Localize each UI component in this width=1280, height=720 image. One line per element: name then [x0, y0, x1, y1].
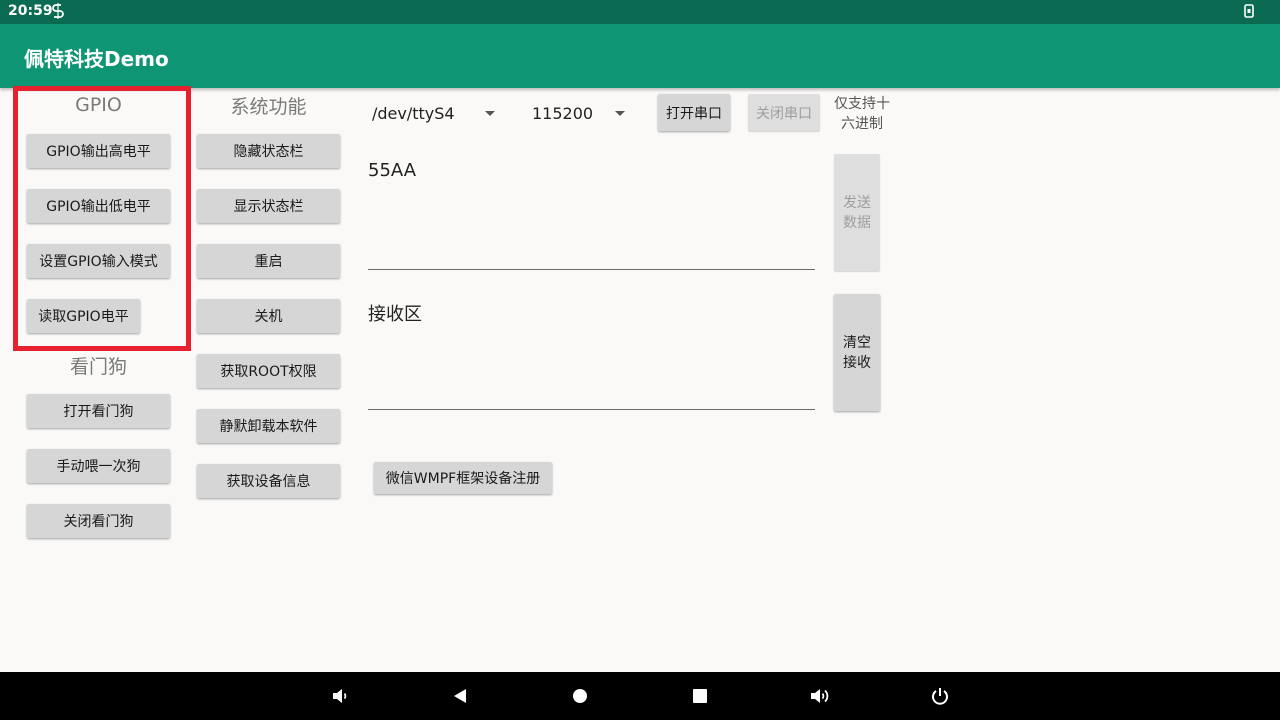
wmpf-register-button[interactable]: 微信WMPF框架设备注册	[374, 462, 552, 494]
close-watchdog-button[interactable]: 关闭看门狗	[27, 504, 170, 538]
reboot-button[interactable]: 重启	[197, 244, 340, 278]
show-status-bar-button[interactable]: 显示状态栏	[197, 189, 340, 223]
device-info-button[interactable]: 获取设备信息	[197, 464, 340, 498]
system-title: 系统功能	[230, 96, 307, 118]
home-icon[interactable]	[568, 684, 592, 708]
app-bar: 佩特科技Demo	[0, 24, 1280, 88]
back-icon[interactable]	[448, 684, 472, 708]
navigation-bar	[0, 672, 1280, 720]
receive-area[interactable]: 接收区	[368, 300, 815, 410]
status-bar: 20:59	[0, 0, 1280, 24]
volume-down-icon[interactable]	[328, 684, 352, 708]
feed-watchdog-button[interactable]: 手动喂一次狗	[27, 449, 170, 483]
power-icon[interactable]	[928, 684, 952, 708]
auto-rotate-icon	[1242, 3, 1256, 23]
chevron-down-icon	[485, 111, 495, 116]
clear-receive-button[interactable]: 清空 接收	[834, 294, 880, 411]
gpio-highlight-box	[13, 86, 191, 351]
port-value: /dev/ttyS4	[372, 104, 455, 123]
chevron-down-icon	[615, 111, 625, 116]
sim-icon	[52, 3, 64, 23]
app-title: 佩特科技Demo	[24, 47, 169, 71]
recents-icon[interactable]	[688, 684, 712, 708]
send-data-button[interactable]: 发送 数据	[834, 154, 880, 271]
port-spinner[interactable]: /dev/ttyS4	[372, 104, 502, 124]
open-watchdog-button[interactable]: 打开看门狗	[27, 394, 170, 428]
silent-uninstall-button[interactable]: 静默卸载本软件	[197, 409, 340, 443]
watchdog-title: 看门狗	[69, 356, 127, 378]
baud-spinner[interactable]: 115200	[532, 104, 632, 124]
volume-up-icon[interactable]	[808, 684, 832, 708]
hex-only-hint: 仅支持十六进制	[834, 96, 890, 132]
hide-status-bar-button[interactable]: 隐藏状态栏	[197, 134, 340, 168]
status-time: 20:59	[8, 3, 53, 19]
open-serial-button[interactable]: 打开串口	[658, 94, 730, 131]
close-serial-button[interactable]: 关闭串口	[748, 94, 820, 131]
baud-value: 115200	[532, 104, 594, 123]
send-data-input[interactable]: 55AA	[368, 160, 815, 270]
get-root-button[interactable]: 获取ROOT权限	[197, 354, 340, 388]
shutdown-button[interactable]: 关机	[197, 299, 340, 333]
